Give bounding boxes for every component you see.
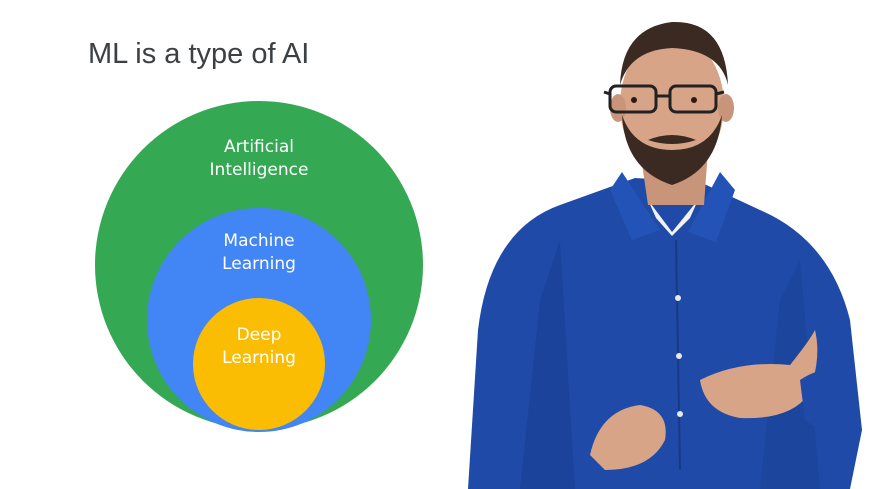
presenter-person-icon	[468, 21, 862, 489]
